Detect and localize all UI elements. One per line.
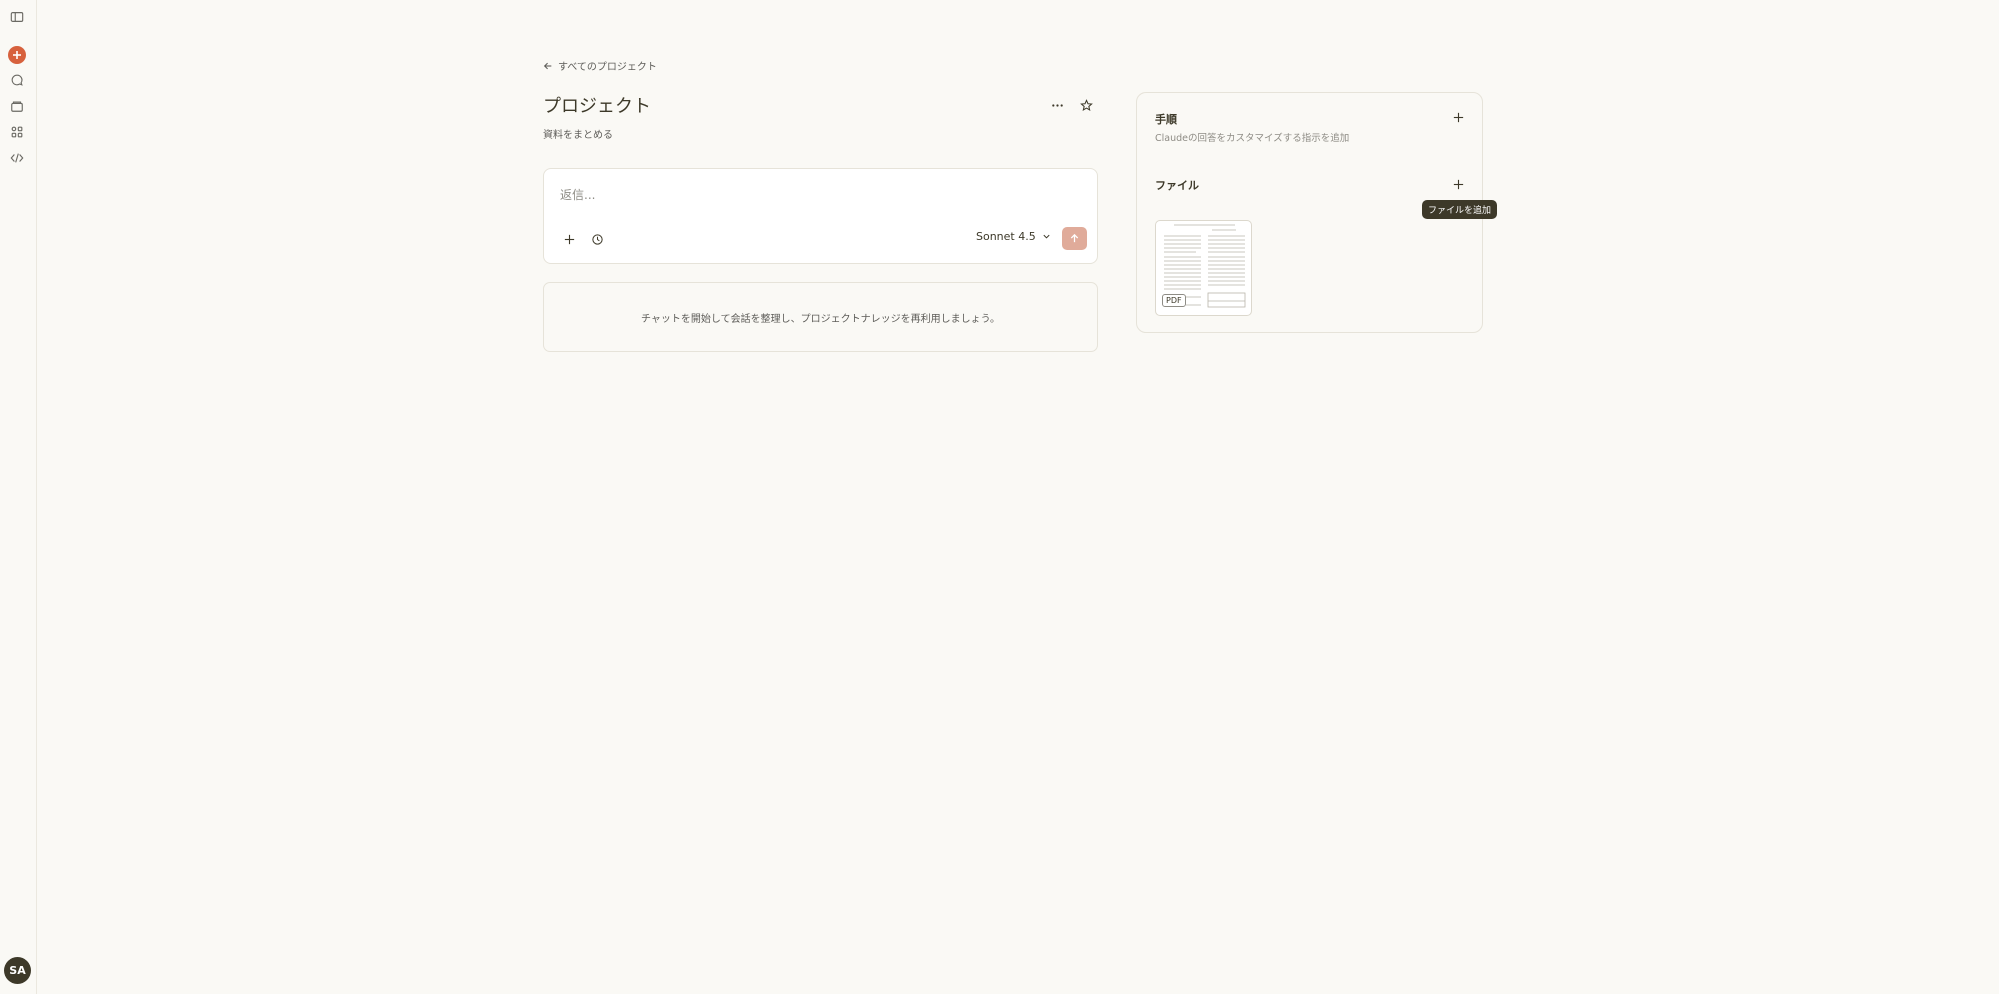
empty-chats-card: チャットを開始して会話を整理し、プロジェクトナレッジを再利用しましょう。 bbox=[543, 282, 1098, 352]
plus-icon bbox=[1453, 112, 1463, 122]
project-title: プロジェクト bbox=[543, 96, 651, 117]
message-composer[interactable]: 返信... Sonnet 4.5 bbox=[543, 168, 1098, 264]
instructions-title: 手順 bbox=[1155, 113, 1177, 126]
chevron-down-icon bbox=[1043, 234, 1050, 239]
arrow-up-icon bbox=[1070, 233, 1079, 243]
empty-chats-message: チャットを開始して会話を整理し、プロジェクトナレッジを再利用しましょう。 bbox=[641, 313, 1000, 325]
clock-icon bbox=[591, 233, 603, 245]
star-icon bbox=[1079, 98, 1093, 111]
avatar-initials: SA bbox=[9, 964, 26, 977]
projects-icon[interactable] bbox=[7, 96, 27, 116]
more-options-button[interactable] bbox=[1048, 96, 1066, 114]
model-name: Sonnet 4.5 bbox=[976, 230, 1036, 243]
user-avatar[interactable]: SA bbox=[4, 957, 31, 984]
ellipsis-icon bbox=[1051, 103, 1063, 107]
file-type-badge: PDF bbox=[1162, 294, 1186, 307]
add-file-button[interactable] bbox=[1449, 175, 1467, 193]
new-chat-icon[interactable] bbox=[8, 46, 26, 64]
left-rail: SA bbox=[0, 0, 37, 994]
model-selector[interactable]: Sonnet 4.5 bbox=[976, 230, 1051, 243]
artifacts-icon[interactable] bbox=[7, 122, 27, 142]
add-file-tooltip: ファイルを追加 bbox=[1422, 200, 1498, 219]
back-link-label: すべてのプロジェクト bbox=[558, 62, 657, 73]
chats-icon[interactable] bbox=[7, 70, 27, 90]
project-description: 資料をまとめる bbox=[543, 130, 613, 141]
back-to-projects-link[interactable]: すべてのプロジェクト bbox=[543, 58, 657, 73]
composer-input[interactable]: 返信... bbox=[560, 186, 595, 203]
plus-icon bbox=[1453, 179, 1463, 189]
code-icon[interactable] bbox=[7, 148, 27, 168]
arrow-left-icon bbox=[543, 62, 552, 69]
favorite-button[interactable] bbox=[1077, 96, 1095, 114]
send-button[interactable] bbox=[1062, 227, 1087, 250]
history-button[interactable] bbox=[588, 230, 606, 248]
file-thumbnail[interactable]: PDF bbox=[1155, 220, 1252, 316]
files-title: ファイル bbox=[1155, 179, 1199, 192]
plus-icon bbox=[564, 234, 574, 244]
instructions-description: Claudeの回答をカスタマイズする指示を追加 bbox=[1155, 133, 1350, 144]
sidebar-toggle-icon[interactable] bbox=[7, 7, 27, 27]
add-content-button[interactable] bbox=[560, 230, 578, 248]
add-instructions-button[interactable] bbox=[1449, 108, 1467, 126]
